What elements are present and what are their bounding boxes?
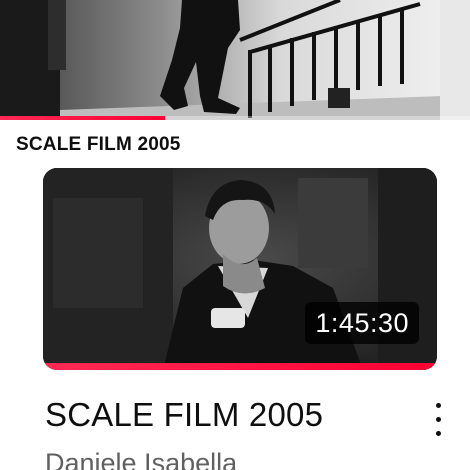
video-title[interactable]: SCALE FILM 2005 xyxy=(45,396,323,434)
more-vert-icon[interactable] xyxy=(426,398,450,440)
top-video-progress-fill xyxy=(0,116,165,120)
channel-name[interactable]: Daniele Isabella xyxy=(45,448,237,470)
video-feed: SCALE FILM 2005 1:45:30 SCALE FILM 2005 … xyxy=(0,0,470,470)
video-thumbnail[interactable]: 1:45:30 xyxy=(43,168,437,370)
watch-progress-bar xyxy=(43,363,437,370)
watch-progress-fill xyxy=(43,363,437,370)
top-video-progress-bar xyxy=(0,116,470,120)
duration-badge: 1:45:30 xyxy=(305,302,419,344)
top-video-thumbnail[interactable] xyxy=(0,0,470,120)
section-title: SCALE FILM 2005 xyxy=(16,134,181,155)
menu-dot xyxy=(435,416,441,422)
menu-dot xyxy=(435,430,441,436)
menu-dot xyxy=(435,402,441,408)
staircase-scene-image xyxy=(0,0,470,120)
